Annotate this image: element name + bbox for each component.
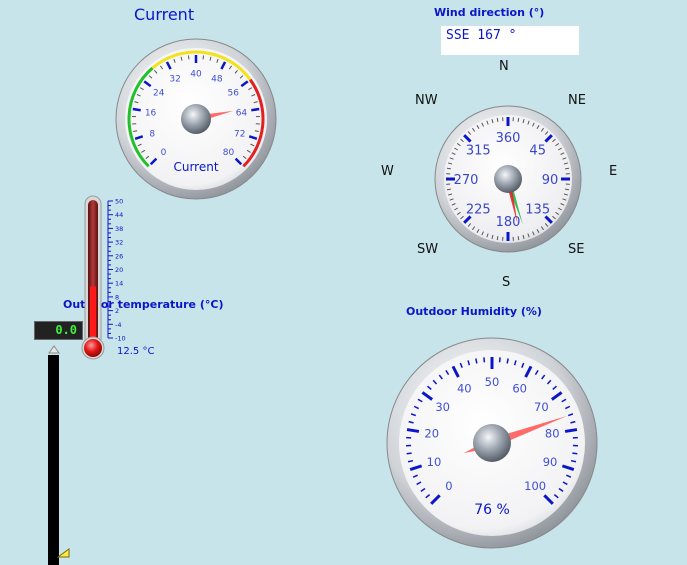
wind-tick — [518, 118, 519, 122]
humidity-tick — [407, 453, 412, 454]
humidity-readout: 76 % — [474, 502, 510, 518]
wind-dial-label: 90 — [542, 173, 559, 188]
humidity-scale-label: 50 — [485, 375, 500, 389]
humidity-hub — [473, 424, 511, 462]
wind-title: Wind direction (°) — [434, 6, 544, 19]
current-dial-label: Current — [173, 160, 218, 174]
humidity-scale-label: 90 — [543, 455, 558, 469]
thermometer-bulb — [84, 339, 102, 357]
humidity-tick — [408, 461, 413, 462]
wind-tick — [518, 236, 519, 240]
wind-tick — [565, 189, 569, 190]
current-gauge: 08 16 24 32 40 48 56 64 72 80 Current — [113, 36, 279, 202]
humidity-tick — [507, 359, 508, 364]
humidity-tick — [571, 461, 576, 462]
thermometer-scale-label: 2 — [115, 307, 119, 315]
current-scale-label: 56 — [227, 88, 239, 98]
temperature-value: 12.5 °C — [117, 346, 154, 357]
humidity-tick — [407, 430, 419, 432]
humidity-scale-label: 0 — [445, 479, 452, 493]
thermometer-scale-label: -10 — [115, 335, 126, 343]
thermometer: 50 44 38 32 26 20 14 8 2 -4 -10 — [80, 194, 134, 362]
wind-compass-gauge: 360 45 90 135 180 225 270 315 — [433, 104, 583, 254]
wind-dial-label: 270 — [454, 173, 479, 188]
humidity-scale-label: 80 — [545, 426, 560, 440]
current-scale-label: 72 — [234, 130, 245, 140]
wind-dial-label: 360 — [496, 131, 521, 146]
current-title: Current — [134, 5, 194, 24]
humidity-scale-label: 20 — [424, 426, 439, 440]
wind-tick — [447, 189, 451, 190]
current-scale-label: 24 — [153, 88, 165, 98]
current-scale-label: 80 — [223, 148, 235, 158]
current-scale-label: 48 — [211, 75, 223, 85]
temperature-lcd: 0.0 — [34, 321, 83, 340]
humidity-tick — [565, 430, 577, 432]
thermometer-scale-label: 26 — [115, 252, 123, 260]
wind-readout: SSE 167 ° — [441, 26, 579, 55]
humidity-title: Outdoor Humidity (%) — [406, 305, 542, 318]
wind-dial-label: 180 — [496, 215, 521, 230]
wind-dial-label: 135 — [525, 203, 550, 218]
humidity-tick — [476, 359, 477, 364]
humidity-tick — [572, 453, 577, 454]
humidity-scale-label: 40 — [457, 382, 472, 396]
humidity-scale-label: 30 — [435, 400, 450, 414]
thermometer-mercury — [90, 287, 96, 344]
current-tick — [251, 109, 259, 110]
current-scale-label: 32 — [169, 75, 180, 85]
humidity-scale-label: 70 — [534, 400, 549, 414]
compass-n: N — [499, 59, 509, 74]
thermometer-scale-label: 38 — [115, 225, 123, 233]
wind-dial-label: 225 — [466, 203, 491, 218]
thermometer-scale-label: -4 — [115, 321, 121, 329]
compass-w: W — [381, 164, 394, 179]
wind-tick — [497, 118, 498, 122]
current-scale-label: 16 — [145, 108, 157, 118]
thermometer-scale-label: 8 — [115, 293, 119, 301]
thermometer-scale-label: 20 — [115, 266, 123, 274]
current-tick — [133, 109, 141, 110]
current-hub — [181, 104, 211, 134]
wind-dial-label: 315 — [466, 143, 491, 158]
current-scale-label: 64 — [236, 108, 248, 118]
thermometer-scale-label: 14 — [115, 280, 123, 288]
wind-tick — [497, 236, 498, 240]
slider-up-arrow-icon[interactable] — [48, 345, 60, 354]
current-scale-label: 40 — [190, 70, 202, 80]
temperature-slider-track[interactable] — [48, 355, 59, 565]
humidity-scale-label: 10 — [427, 455, 442, 469]
current-scale-label: 8 — [149, 130, 155, 140]
humidity-scale-label: 60 — [512, 382, 527, 396]
thermometer-scale-label: 50 — [115, 198, 123, 206]
thermometer-scale-label: 32 — [115, 239, 123, 247]
wind-tick — [565, 168, 569, 169]
slider-handle-icon[interactable] — [57, 548, 71, 558]
humidity-gauge: 010 20 30 40 50 60 70 80 90 100 76 % — [385, 336, 599, 550]
wind-tick — [447, 168, 451, 169]
wind-hub — [494, 165, 522, 193]
humidity-scale-label: 100 — [524, 479, 546, 493]
compass-e: E — [609, 164, 617, 179]
thermometer-scale-label: 44 — [115, 211, 123, 219]
wind-dial-label: 45 — [529, 143, 546, 158]
current-scale-label: 0 — [161, 148, 167, 158]
compass-s: S — [502, 275, 510, 290]
